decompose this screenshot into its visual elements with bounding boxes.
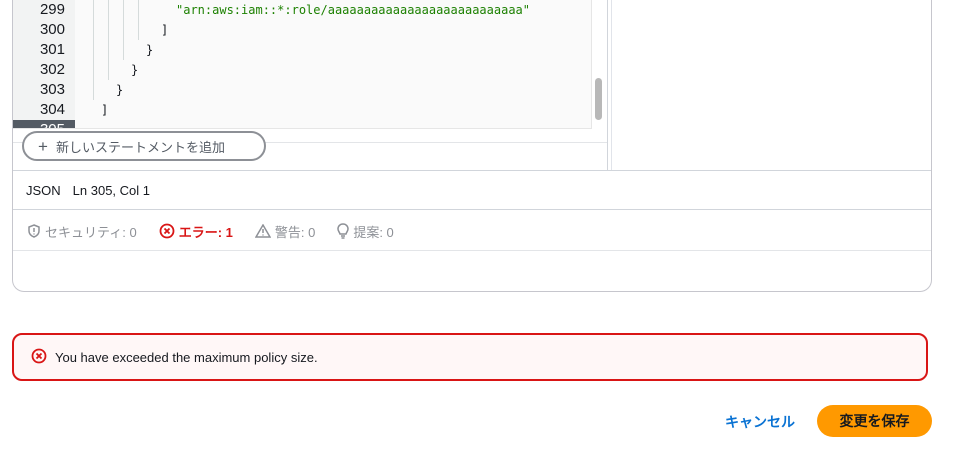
line-number: 301: [39, 41, 65, 58]
plus-icon: +: [38, 136, 48, 156]
warning-count[interactable]: 警告: 0: [254, 222, 316, 241]
suggestion-label: 提案: 0: [353, 224, 394, 240]
line-number: 299: [39, 1, 65, 18]
shield-icon: [27, 224, 41, 238]
vertical-scrollbar[interactable]: [595, 78, 602, 120]
line-number: 304: [39, 101, 65, 118]
cancel-button[interactable]: キャンセル: [725, 412, 795, 432]
suggestion-count[interactable]: 提案: 0: [337, 222, 394, 241]
validation-summary: セキュリティ: 0 エラー: 1 警告: 0 提案: 0: [13, 212, 931, 251]
indent-guide: [93, 0, 94, 100]
error-icon: [31, 348, 47, 367]
line-number: 303: [39, 81, 65, 98]
active-line-number: 305: [13, 120, 75, 128]
line-number: 302: [39, 61, 65, 78]
language-label: JSON: [26, 182, 61, 198]
indent-guide: [138, 0, 139, 40]
alert-message: You have exceeded the maximum policy siz…: [55, 349, 318, 365]
indent-guide: [108, 0, 109, 80]
line-number: 300: [39, 21, 65, 38]
json-editor-panel: 299 300 301 302 303 304 305 "arn:aws:iam…: [13, 0, 608, 170]
cursor-position: Ln 305, Col 1: [72, 182, 151, 198]
warning-label: 警告: 0: [274, 224, 316, 240]
code-line: }: [131, 63, 139, 77]
code-line: }: [116, 83, 124, 97]
error-icon: [159, 223, 175, 239]
code-line: "arn:aws:iam::*:role/aaaaaaaaaaaaaaaaaaa…: [176, 0, 530, 20]
security-label: セキュリティ: 0: [45, 224, 137, 240]
error-alert: You have exceeded the maximum policy siz…: [12, 333, 928, 381]
security-count[interactable]: セキュリティ: 0: [27, 222, 137, 241]
policy-editor-card: 299 300 301 302 303 304 305 "arn:aws:iam…: [12, 0, 932, 292]
add-statement-button[interactable]: + 新しいステートメントを追加: [22, 131, 266, 161]
editor-status-bar: JSON Ln 305, Col 1: [13, 170, 931, 210]
warning-icon: [254, 224, 271, 238]
code-line: ]: [101, 103, 109, 117]
code-editor[interactable]: 299 300 301 302 303 304 305 "arn:aws:iam…: [13, 0, 592, 129]
code-line: }: [146, 43, 154, 57]
error-label: エラー: 1: [178, 224, 233, 240]
indent-guide: [123, 0, 124, 60]
string-literal: "arn:aws:iam::*:role/aaaaaaaaaaaaaaaaaaa…: [176, 3, 531, 17]
code-line: ]: [161, 23, 169, 37]
side-panel: [611, 0, 932, 170]
lightbulb-icon: [337, 223, 350, 239]
save-changes-button[interactable]: 変更を保存: [817, 405, 932, 437]
error-count[interactable]: エラー: 1: [159, 222, 233, 241]
add-statement-label: 新しいステートメントを追加: [55, 139, 225, 155]
